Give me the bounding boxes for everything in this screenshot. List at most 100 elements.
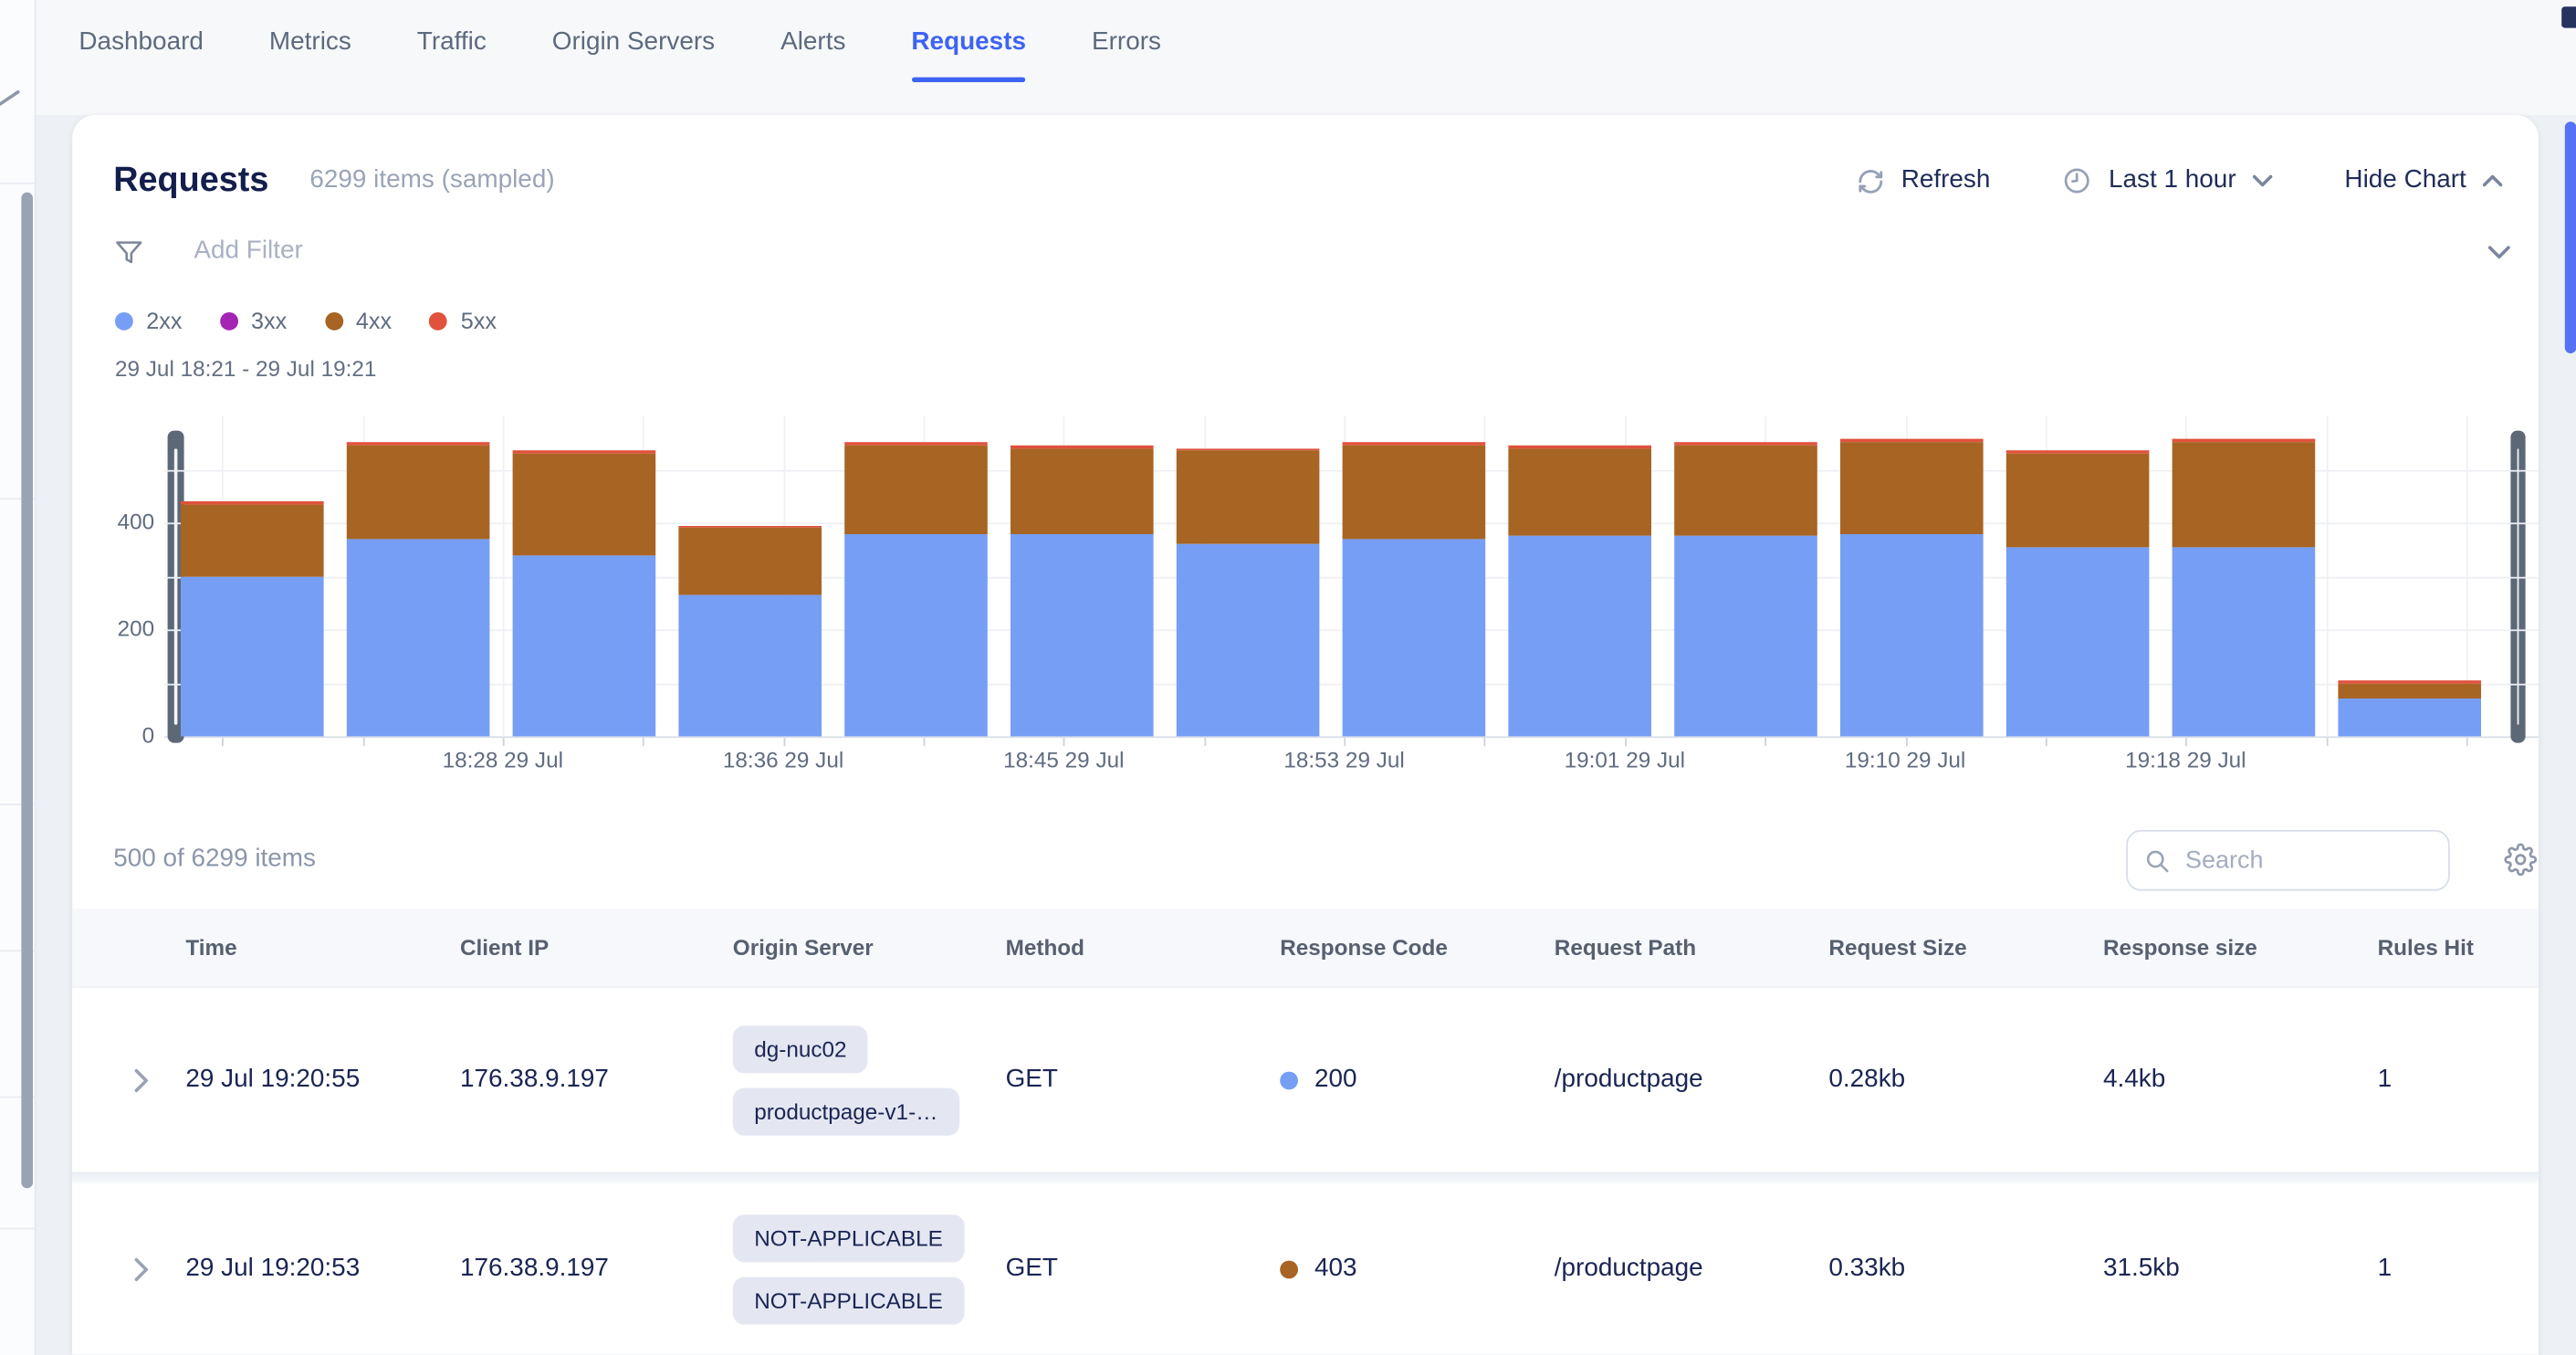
hide-chart-toggle[interactable]: Hide Chart [2344, 166, 2502, 195]
legend-item-4xx[interactable]: 4xx [325, 308, 392, 334]
add-filter-bar[interactable]: Add Filter [113, 224, 2510, 279]
legend-label: 3xx [251, 308, 287, 334]
right-scrollbar-thumb[interactable] [2564, 121, 2576, 353]
time-range-value: Last 1 hour [2109, 166, 2236, 195]
cell-client-ip: 176.38.9.197 [460, 1065, 733, 1094]
bar-segment-4xx [181, 504, 324, 576]
nav-tab-dashboard[interactable]: Dashboard [79, 0, 203, 86]
nav-tab-alerts[interactable]: Alerts [780, 0, 845, 86]
bar-segment-2xx [181, 576, 324, 737]
row-expander[interactable] [72, 1066, 185, 1094]
stacked-bar [1840, 439, 1984, 736]
gridline-v [503, 415, 505, 736]
legend-dot-4xx [325, 311, 343, 330]
x-axis-label: 18:36 29 Jul [685, 748, 882, 772]
left-scrollbar-thumb[interactable] [21, 193, 34, 1189]
bar-segment-2xx [1840, 533, 1984, 736]
legend-item-2xx[interactable]: 2xx [115, 308, 182, 334]
bar-segment-4xx [1674, 446, 1817, 536]
x-axis-tick [2326, 738, 2328, 746]
bar-segment-4xx [844, 446, 988, 534]
row-expander[interactable] [72, 1255, 185, 1283]
column-header-origin-server: Origin Server [733, 935, 1006, 960]
column-header-response-code: Response Code [1280, 935, 1555, 960]
origin-server-tag[interactable]: NOT-APPLICABLE [733, 1276, 964, 1324]
chevron-up-icon [2483, 174, 2503, 187]
brush-handle-right[interactable] [2510, 431, 2526, 743]
x-axis-tick [643, 738, 644, 746]
bar-segment-2xx [1011, 533, 1154, 736]
bar-segment-2xx [678, 594, 822, 736]
bar-segment-2xx [347, 539, 490, 736]
stacked-bar [1011, 446, 1154, 737]
cell-request-path: /productpage [1555, 1065, 1829, 1094]
hide-chart-label: Hide Chart [2344, 166, 2466, 195]
bar-segment-4xx [1177, 450, 1320, 543]
stacked-bar [1343, 442, 1486, 736]
nav-tab-traffic[interactable]: Traffic [417, 0, 487, 86]
card-header: Requests 6299 items (sampled) Refresh La… [113, 138, 2502, 224]
bar-segment-2xx [1177, 544, 1320, 737]
bar-segment-2xx [2338, 699, 2481, 736]
table-header: TimeClient IPOrigin ServerMethodResponse… [72, 909, 2539, 987]
refresh-icon [1857, 167, 1885, 195]
bar-segment-4xx [1011, 448, 1154, 534]
time-range-selector[interactable]: Last 1 hour [2063, 166, 2273, 195]
column-header-response-size: Response size [2103, 935, 2378, 960]
origin-server-tag[interactable]: NOT-APPLICABLE [733, 1213, 964, 1261]
cell-client-ip: 176.38.9.197 [460, 1254, 733, 1283]
refresh-button[interactable]: Refresh [1857, 166, 1990, 195]
x-axis-tick [503, 738, 505, 746]
stacked-bar [1674, 443, 1817, 737]
x-axis-tick [1345, 738, 1346, 746]
bar-segment-2xx [1674, 536, 1817, 736]
x-axis-tick [1484, 738, 1486, 746]
clock-icon [2063, 166, 2092, 195]
nav-tab-origin-servers[interactable]: Origin Servers [552, 0, 715, 86]
x-axis-tick [2466, 738, 2468, 746]
response-code-dot [1280, 1071, 1298, 1089]
x-axis-label: 19:18 29 Jul [2087, 748, 2284, 772]
bar-segment-2xx [2173, 547, 2316, 737]
gear-icon[interactable] [2504, 843, 2537, 876]
stacked-bar [2338, 681, 2481, 737]
table-row[interactable]: 29 Jul 19:20:53176.38.9.197NOT-APPLICABL… [72, 1183, 2539, 1354]
x-axis-tick [2185, 738, 2187, 746]
table-summary: 500 of 6299 items [113, 845, 316, 874]
cell-rules-hit: 1 [2378, 1254, 2539, 1283]
x-axis-tick [2046, 738, 2047, 746]
search-input[interactable] [2185, 846, 2415, 875]
x-axis-tick [1204, 738, 1206, 746]
column-header-request-size: Request Size [1828, 935, 2103, 960]
stacked-bar [1177, 448, 1320, 737]
top-nav: Dashboard Metrics Traffic Origin Servers Ale… [79, 0, 1161, 86]
bar-segment-2xx [513, 555, 656, 737]
add-filter-placeholder: Add Filter [194, 236, 302, 266]
column-header-request-path: Request Path [1555, 935, 1829, 960]
cell-rules-hit: 1 [2378, 1065, 2539, 1094]
column-header-time: Time [185, 935, 460, 960]
origin-server-tag[interactable]: dg-nuc02 [733, 1024, 868, 1072]
column-header-method: Method [1006, 935, 1281, 960]
chevron-right-icon [133, 1066, 150, 1094]
filter-expand-chevron-icon[interactable] [2487, 244, 2510, 258]
x-axis-tick [1764, 738, 1766, 746]
collapse-chevron-icon[interactable] [0, 86, 20, 109]
nav-tab-metrics[interactable]: Metrics [269, 0, 351, 86]
cell-response-size: 4.4kb [2103, 1065, 2378, 1094]
x-axis-tick [362, 738, 364, 746]
legend-item-3xx[interactable]: 3xx [220, 308, 287, 334]
legend-item-5xx[interactable]: 5xx [430, 308, 497, 334]
stacked-bar [2173, 439, 2316, 736]
stacked-bar [513, 450, 656, 736]
legend-label: 4xx [356, 308, 392, 334]
cell-request-size: 0.28kb [1828, 1065, 2103, 1094]
nav-tab-errors[interactable]: Errors [1092, 0, 1161, 86]
nav-tab-requests[interactable]: Requests [911, 0, 1026, 86]
table-row[interactable]: 29 Jul 19:20:55176.38.9.197dg-nuc02produ… [72, 988, 2539, 1172]
x-axis-tick [1625, 738, 1627, 746]
bar-segment-4xx [2006, 453, 2150, 546]
legend-label: 5xx [461, 308, 497, 334]
legend-label: 2xx [146, 308, 182, 334]
origin-server-tag[interactable]: productpage-v1-… [733, 1087, 959, 1135]
